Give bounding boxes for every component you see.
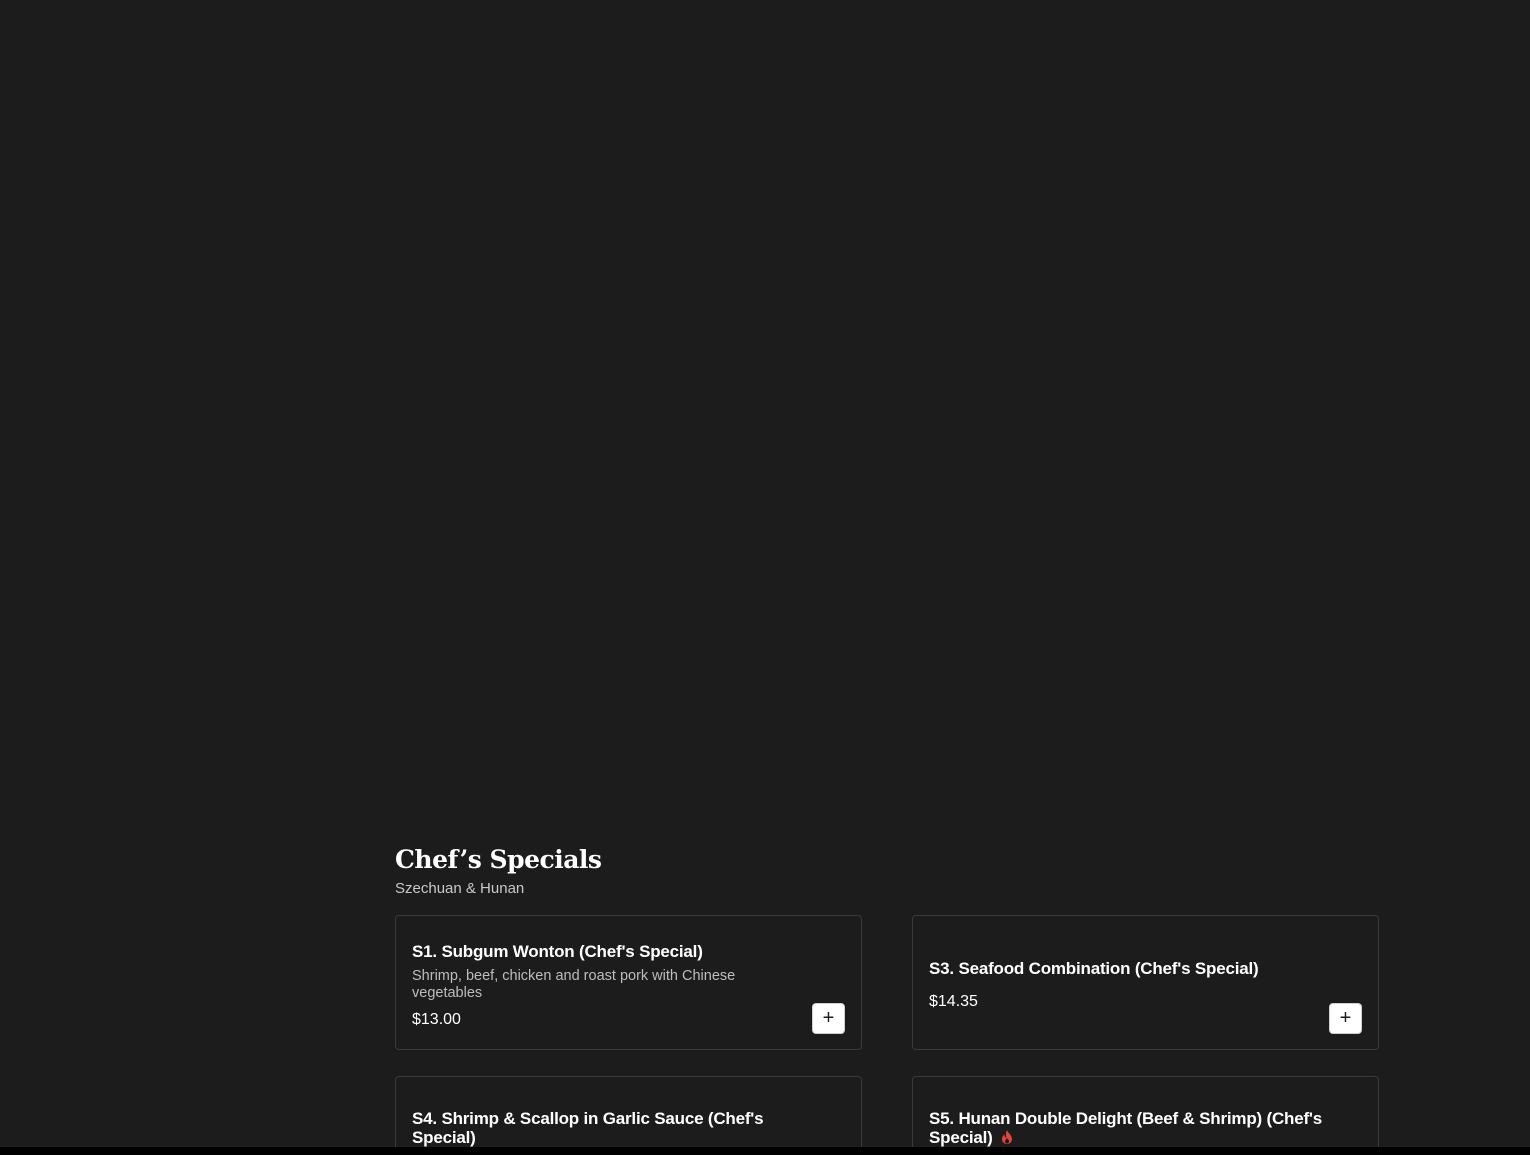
menu-item-name: S5. Hunan Double Delight (Beef & Shrimp)… (929, 1109, 1323, 1147)
menu-item-body: S1. Subgum Wonton (Chef's Special) Shrim… (412, 942, 791, 1030)
menu-page: Chef’s Specials Szechuan & Hunan S1. Sub… (0, 0, 1530, 1155)
section-title: Chef’s Specials (395, 845, 602, 874)
menu-section-chefs-specials: Chef’s Specials Szechuan & Hunan (395, 842, 1381, 898)
bottom-edge-bar (0, 1147, 1530, 1155)
menu-item-card[interactable]: S1. Subgum Wonton (Chef's Special) Shrim… (395, 915, 862, 1050)
menu-item-name: S1. Subgum Wonton (Chef's Special) (412, 942, 703, 961)
menu-item-name: S4. Shrimp & Scallop in Garlic Sauce (Ch… (412, 1109, 764, 1147)
add-to-cart-button[interactable]: + (812, 1003, 845, 1034)
menu-item-price: $13.00 (412, 1011, 461, 1028)
spicy-flame-icon (1001, 1129, 1013, 1148)
menu-item-card[interactable]: S4. Shrimp & Scallop in Garlic Sauce (Ch… (395, 1076, 862, 1155)
menu-item-name-row: S5. Hunan Double Delight (Beef & Shrimp)… (929, 1109, 1328, 1148)
menu-item-card[interactable]: S3. Seafood Combination (Chef's Special)… (912, 915, 1379, 1050)
menu-item-body: S5. Hunan Double Delight (Beef & Shrimp)… (929, 1109, 1328, 1148)
menu-item-body: S3. Seafood Combination (Chef's Special)… (929, 959, 1308, 1012)
section-subtitle: Szechuan & Hunan (395, 880, 525, 897)
menu-item-card[interactable]: S5. Hunan Double Delight (Beef & Shrimp)… (912, 1076, 1379, 1155)
hero-area (0, 0, 1530, 830)
menu-item-name: S3. Seafood Combination (Chef's Special) (929, 959, 1259, 978)
menu-item-price: $14.35 (929, 993, 978, 1010)
menu-item-description: Shrimp, beef, chicken and roast pork wit… (412, 968, 736, 1001)
add-to-cart-button[interactable]: + (1329, 1003, 1362, 1034)
